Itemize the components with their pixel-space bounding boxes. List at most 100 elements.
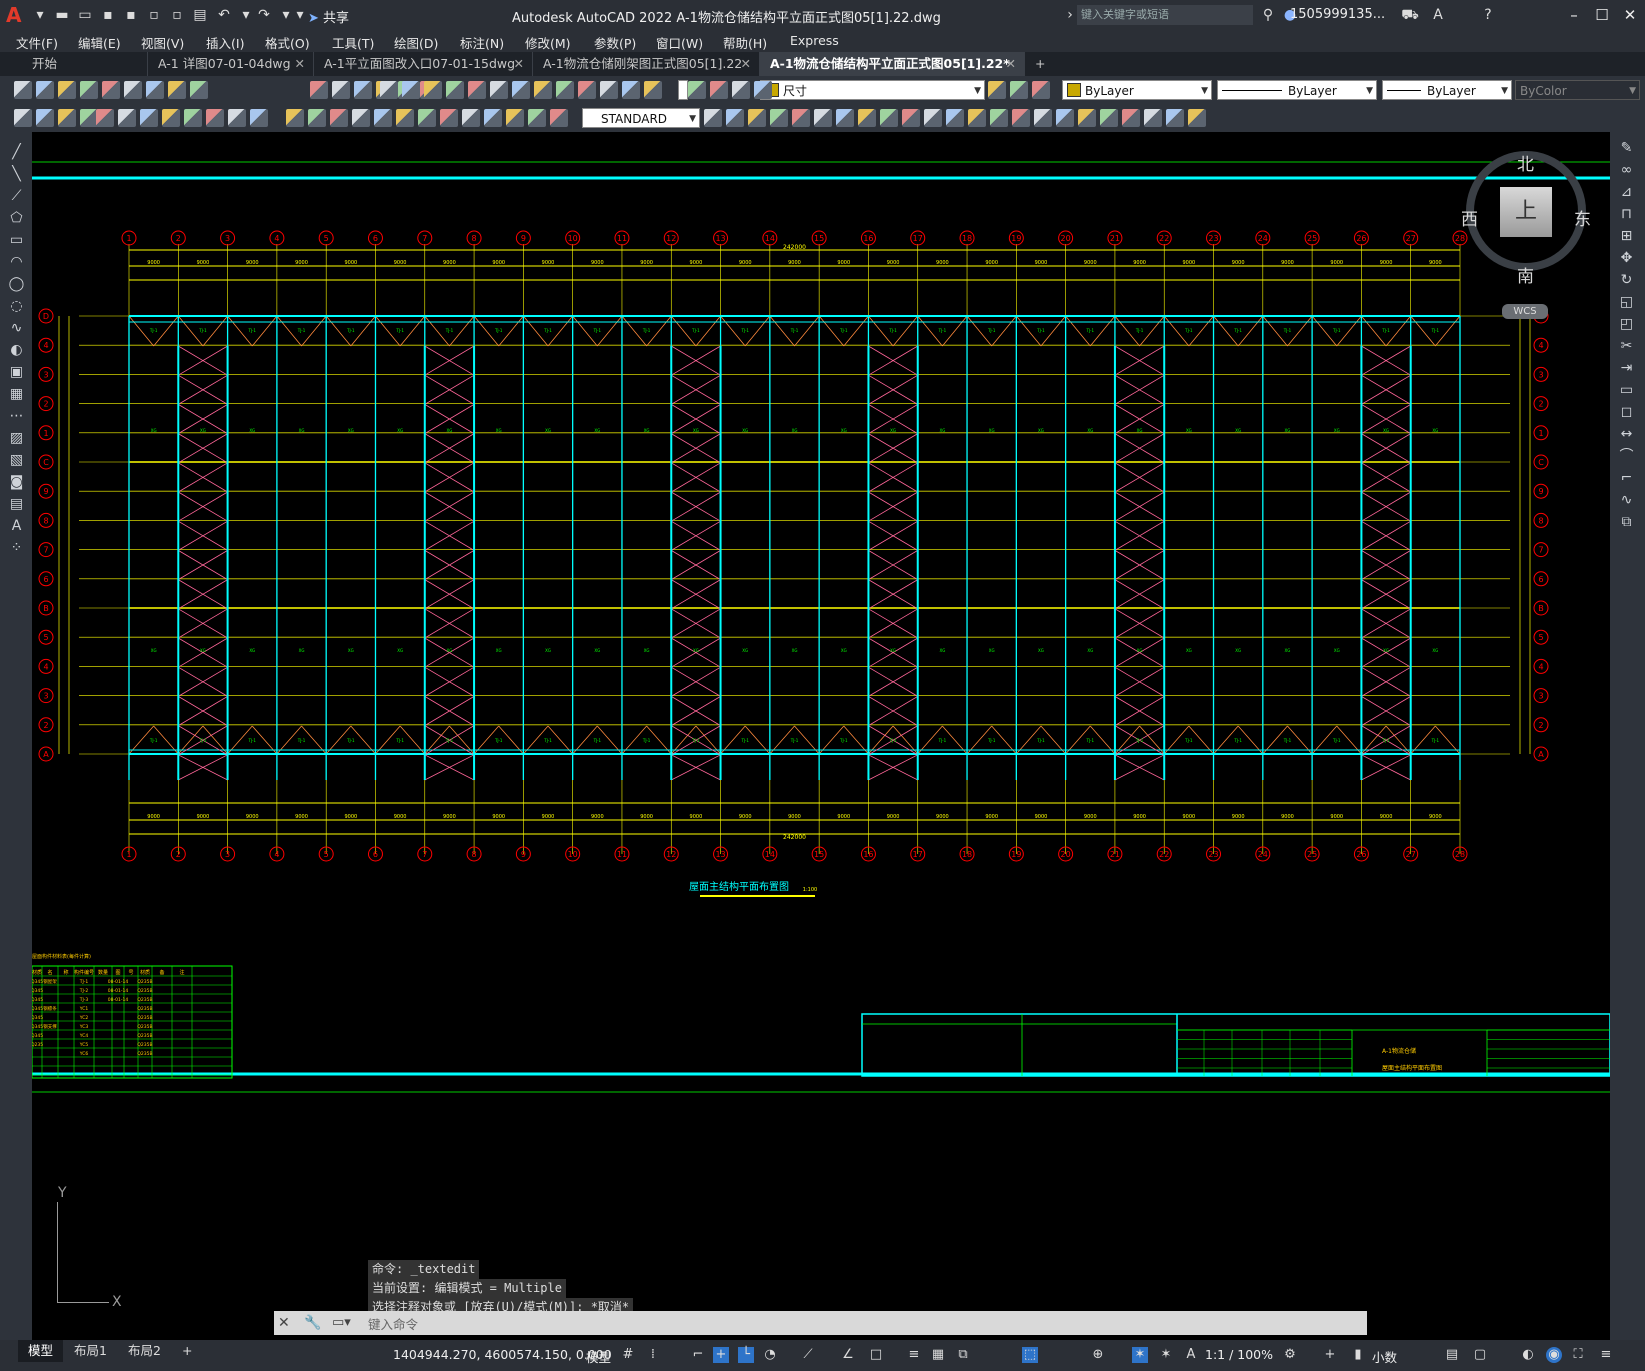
menu-item[interactable]: Express xyxy=(790,33,839,48)
search-icon[interactable]: ⚲ xyxy=(1258,5,1278,25)
hardware-acceleration-icon[interactable]: ◉ xyxy=(1546,1347,1562,1363)
3d-osnap-icon[interactable]: ⬚ xyxy=(1022,1347,1038,1363)
modify-tool-icon[interactable] xyxy=(704,109,722,127)
undo-dropdown-icon[interactable]: ▾ xyxy=(236,5,256,25)
modify-tool-icon[interactable] xyxy=(748,109,766,127)
plot-icon[interactable]: ▤ xyxy=(190,5,210,25)
draw-tool-icon[interactable]: ▧ xyxy=(8,452,25,469)
viewcube-south[interactable]: 南 xyxy=(1517,262,1534,287)
modify-tool-icon[interactable] xyxy=(858,109,876,127)
modify-tool-icon[interactable] xyxy=(946,109,964,127)
menu-item[interactable]: 编辑(E) xyxy=(78,33,121,52)
modify-tool-icon[interactable]: ↻ xyxy=(1618,272,1635,289)
standard-tool-icon[interactable] xyxy=(688,81,706,99)
autodesk-app-icon[interactable]: A xyxy=(1428,5,1448,25)
save-icon[interactable]: ▪ xyxy=(98,5,118,25)
draw-tool-icon[interactable]: ◐ xyxy=(8,342,25,359)
modify-tool-icon[interactable] xyxy=(990,109,1008,127)
standard-tool-icon[interactable] xyxy=(710,81,728,99)
standard-tool-icon[interactable] xyxy=(512,81,530,99)
close-command-icon[interactable]: ✕ xyxy=(278,1315,290,1331)
standard-tool-icon[interactable] xyxy=(380,81,398,99)
modify-tool-icon[interactable] xyxy=(968,109,986,127)
recent-commands-icon[interactable]: ▭▾ xyxy=(332,1315,351,1330)
draw-tool-icon[interactable]: ▨ xyxy=(8,430,25,447)
viewcube-west[interactable]: 西 xyxy=(1461,205,1478,230)
share-button[interactable]: ➤ 共享 xyxy=(308,7,349,26)
auto-scale-icon[interactable]: ✶ xyxy=(1158,1347,1174,1363)
modify-tool-icon[interactable] xyxy=(770,109,788,127)
standard-tool-icon[interactable] xyxy=(354,81,372,99)
annotation-scale-value[interactable]: 1:1 / 100% xyxy=(1205,1347,1273,1362)
file-tab[interactable]: A-1平立面图改入口07-01-15dwg ✕ xyxy=(314,52,533,76)
color-combo[interactable]: ByLayer ▼ xyxy=(1062,80,1212,100)
standard-tool-icon[interactable] xyxy=(732,81,750,99)
user-account[interactable]: 1505999135... xyxy=(1290,7,1385,22)
draw-tool-icon[interactable]: ⟋ xyxy=(8,188,25,205)
standard-tool-icon[interactable] xyxy=(600,81,618,99)
modify-tool-icon[interactable]: ✎ xyxy=(1618,140,1635,157)
draw-tool-icon[interactable]: ◌ xyxy=(8,298,25,315)
file-tab[interactable]: A-1 详图07-01-04dwg ✕ xyxy=(148,52,314,76)
save-as-icon[interactable]: ▪ xyxy=(121,5,141,25)
object-snap-tracking-icon[interactable]: ∠ xyxy=(840,1347,856,1363)
modify-tool-icon[interactable] xyxy=(1144,109,1162,127)
modify-tool-icon[interactable] xyxy=(36,109,54,127)
lineweight-combo[interactable]: ByLayer ▼ xyxy=(1382,80,1512,100)
modify-tool-icon[interactable]: ⊞ xyxy=(1618,228,1635,245)
standard-tool-icon[interactable] xyxy=(102,81,120,99)
close-icon[interactable]: ✕ xyxy=(1616,4,1644,26)
modify-tool-icon[interactable] xyxy=(162,109,180,127)
annotate-plus-icon[interactable]: + xyxy=(1322,1347,1338,1363)
modify-tool-icon[interactable] xyxy=(308,109,326,127)
menu-item[interactable]: 绘图(D) xyxy=(394,33,438,52)
viewcube-east[interactable]: 东 xyxy=(1574,205,1591,230)
modify-tool-icon[interactable] xyxy=(1078,109,1096,127)
standard-tool-icon[interactable] xyxy=(446,81,464,99)
transparency-icon[interactable]: ▦ xyxy=(930,1347,946,1363)
annotation-monitor-icon[interactable]: ⊕ xyxy=(1090,1347,1106,1363)
modify-tool-icon[interactable] xyxy=(206,109,224,127)
ortho-icon[interactable]: └ xyxy=(738,1347,754,1363)
viewcube-top-face[interactable]: 上 xyxy=(1500,187,1552,237)
modify-tool-icon[interactable] xyxy=(374,109,392,127)
modify-tool-icon[interactable] xyxy=(1100,109,1118,127)
draw-tool-icon[interactable]: ▤ xyxy=(8,496,25,513)
standard-tool-icon[interactable] xyxy=(310,81,328,99)
command-input[interactable]: 键入命令 xyxy=(368,1314,418,1333)
standard-tool-icon[interactable] xyxy=(36,81,54,99)
modify-tool-icon[interactable] xyxy=(352,109,370,127)
close-tab-icon[interactable]: ✕ xyxy=(741,52,751,76)
infer-constraints-icon[interactable]: ⌐ xyxy=(690,1347,706,1363)
layout-tab-1[interactable]: 布局1 xyxy=(64,1340,117,1362)
modify-tool-icon[interactable] xyxy=(1188,109,1206,127)
standard-tool-icon[interactable] xyxy=(424,81,442,99)
modify-tool-icon[interactable] xyxy=(184,109,202,127)
customization-menu-icon[interactable]: ≡ xyxy=(1598,1347,1614,1363)
modify-tool-icon[interactable]: ✂ xyxy=(1618,338,1635,355)
annotation-scale-icon[interactable]: A xyxy=(1183,1347,1199,1363)
standard-tool-icon[interactable] xyxy=(80,81,98,99)
text-style-combo[interactable]: STANDARD ▼ xyxy=(582,108,700,128)
snap-icon[interactable]: ⁞ xyxy=(645,1347,661,1363)
help-icon[interactable]: ? xyxy=(1478,5,1498,25)
modify-tool-icon[interactable]: ∞ xyxy=(1618,162,1635,179)
undo-icon[interactable]: ↶ xyxy=(214,5,234,25)
modify-tool-icon[interactable] xyxy=(462,109,480,127)
layout-tab-2[interactable]: 布局2 xyxy=(118,1340,171,1362)
close-tab-icon[interactable]: ✕ xyxy=(1006,52,1016,76)
modify-tool-icon[interactable] xyxy=(814,109,832,127)
units-icon[interactable]: ▮ xyxy=(1350,1347,1366,1363)
standard-tool-icon[interactable] xyxy=(168,81,186,99)
customize-wrench-icon[interactable]: 🔧 xyxy=(304,1315,321,1331)
modify-tool-icon[interactable]: ◰ xyxy=(1618,316,1635,333)
standard-tool-icon[interactable] xyxy=(490,81,508,99)
draw-tool-icon[interactable]: A xyxy=(8,518,25,535)
menu-item[interactable]: 工具(T) xyxy=(332,33,374,52)
modify-tool-icon[interactable] xyxy=(330,109,348,127)
modify-tool-icon[interactable]: ▭ xyxy=(1618,382,1635,399)
draw-tool-icon[interactable]: ◠ xyxy=(8,254,25,271)
modify-tool-icon[interactable] xyxy=(880,109,898,127)
save-to-web-icon[interactable]: ▫ xyxy=(167,5,187,25)
modify-tool-icon[interactable] xyxy=(506,109,524,127)
